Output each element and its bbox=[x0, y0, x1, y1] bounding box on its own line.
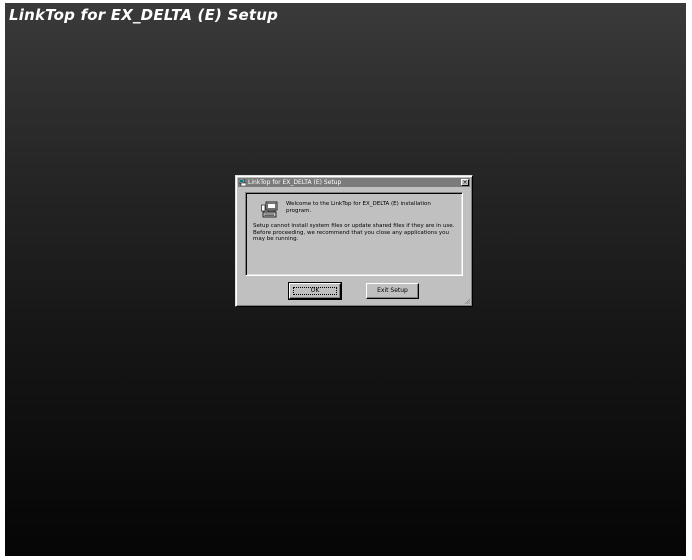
setup-warning-message: Setup cannot install system files or upd… bbox=[253, 223, 455, 242]
close-icon: × bbox=[462, 179, 468, 186]
setup-banner-title: LinkTop for EX_DELTA (E) Setup bbox=[9, 6, 279, 24]
resize-grip-icon[interactable] bbox=[464, 298, 470, 304]
focus-ring bbox=[293, 287, 337, 295]
dialog-title: LinkTop for EX_DELTA (E) Setup bbox=[248, 179, 342, 186]
setup-welcome-dialog: LinkTop for EX_DELTA (E) Setup × Welcome… bbox=[235, 175, 473, 307]
setup-background-screen: LinkTop for EX_DELTA (E) Setup LinkTop f… bbox=[5, 3, 686, 556]
ok-button[interactable]: OK bbox=[288, 282, 342, 300]
dialog-titlebar[interactable]: LinkTop for EX_DELTA (E) Setup × bbox=[238, 178, 470, 187]
close-button[interactable]: × bbox=[461, 179, 469, 186]
welcome-message: Welcome to the LinkTop for EX_DELTA (E) … bbox=[286, 201, 431, 214]
setup-app-icon bbox=[239, 179, 246, 186]
dialog-message-panel: Welcome to the LinkTop for EX_DELTA (E) … bbox=[245, 192, 463, 276]
computer-setup-icon bbox=[261, 201, 278, 218]
exit-setup-button[interactable]: Exit Setup bbox=[366, 283, 419, 299]
